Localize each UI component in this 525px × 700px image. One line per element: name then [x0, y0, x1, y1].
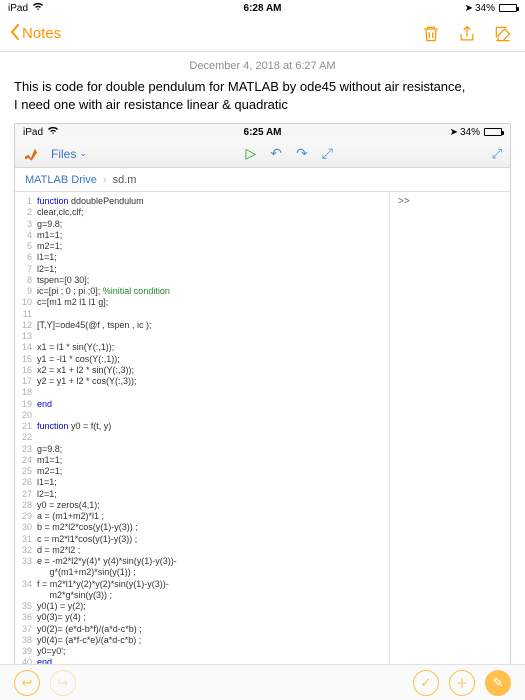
files-label: Files: [51, 147, 76, 161]
battery-pct: 34%: [475, 3, 495, 14]
redo-note-button[interactable]: ↪: [50, 670, 76, 696]
battery-icon: [484, 128, 502, 136]
back-label: Notes: [22, 25, 61, 42]
breadcrumb-root[interactable]: MATLAB Drive: [25, 174, 97, 186]
wifi-icon: [47, 126, 59, 138]
status-bar: iPad 6:28 AM ➤ 34%: [0, 0, 525, 16]
trash-button[interactable]: [419, 22, 443, 46]
code-listing: 1function ddoublePendulum2clear,clc,clf;…: [15, 192, 389, 684]
matlab-toolbar: Files ⌄ ▷ ↶ ↷ ⤢ ⤢: [15, 140, 510, 168]
status-left: iPad: [8, 2, 178, 14]
draw-button[interactable]: ✎: [485, 670, 511, 696]
note-toolbar: ↩ ↪ ✓ ＋ ✎: [0, 664, 525, 700]
back-button[interactable]: Notes: [10, 24, 61, 44]
chevron-down-icon: ⌄: [79, 148, 87, 159]
status-right: ➤ 34%: [347, 3, 517, 14]
note-line1: This is code for double pendulum for MAT…: [14, 79, 465, 94]
add-button[interactable]: ＋: [449, 670, 475, 696]
breadcrumb-file: sd.m: [113, 174, 137, 186]
undo-button[interactable]: ↶: [270, 145, 282, 162]
compose-button[interactable]: [491, 22, 515, 46]
location-icon: ➤: [465, 3, 473, 14]
redo-button[interactable]: ↷: [296, 145, 308, 162]
nav-bar: Notes: [0, 16, 525, 52]
battery-icon: [499, 4, 517, 12]
note-date: December 4, 2018 at 6:27 AM: [14, 60, 511, 72]
note-body: December 4, 2018 at 6:27 AM This is code…: [0, 52, 525, 697]
embed-status-bar: iPad 6:25 AM ➤34%: [15, 124, 510, 140]
expand-button[interactable]: ⤢: [322, 145, 333, 162]
note-text[interactable]: This is code for double pendulum for MAT…: [14, 78, 511, 113]
embedded-matlab-screenshot[interactable]: iPad 6:25 AM ➤34% Files ⌄ ▷ ↶ ↷ ⤢ ⤢: [14, 123, 511, 685]
share-button[interactable]: [455, 22, 479, 46]
embed-time: 6:25 AM: [183, 127, 343, 138]
device-label: iPad: [8, 3, 28, 14]
undo-note-button[interactable]: ↩: [14, 670, 40, 696]
location-icon: ➤: [450, 127, 458, 138]
status-time: 6:28 AM: [178, 3, 348, 14]
chevron-right-icon: ›: [103, 174, 107, 186]
wifi-icon: [32, 2, 44, 14]
matlab-logo-icon: [23, 146, 39, 162]
console-prompt: >>: [398, 196, 410, 207]
chevron-left-icon: [10, 24, 20, 44]
fullscreen-button[interactable]: ⤢: [492, 146, 502, 162]
code-pane[interactable]: 1function ddoublePendulum2clear,clc,clf;…: [15, 192, 390, 684]
editor: 1function ddoublePendulum2clear,clc,clf;…: [15, 192, 510, 684]
run-button[interactable]: ▷: [246, 145, 257, 162]
embed-batt: 34%: [460, 127, 480, 138]
note-line2: I need one with air resistance linear & …: [14, 97, 288, 112]
checklist-button[interactable]: ✓: [413, 670, 439, 696]
path-bar: MATLAB Drive › sd.m: [15, 168, 510, 192]
console-pane[interactable]: >>: [390, 192, 510, 684]
files-dropdown[interactable]: Files ⌄: [51, 147, 87, 161]
embed-device: iPad: [23, 127, 43, 138]
